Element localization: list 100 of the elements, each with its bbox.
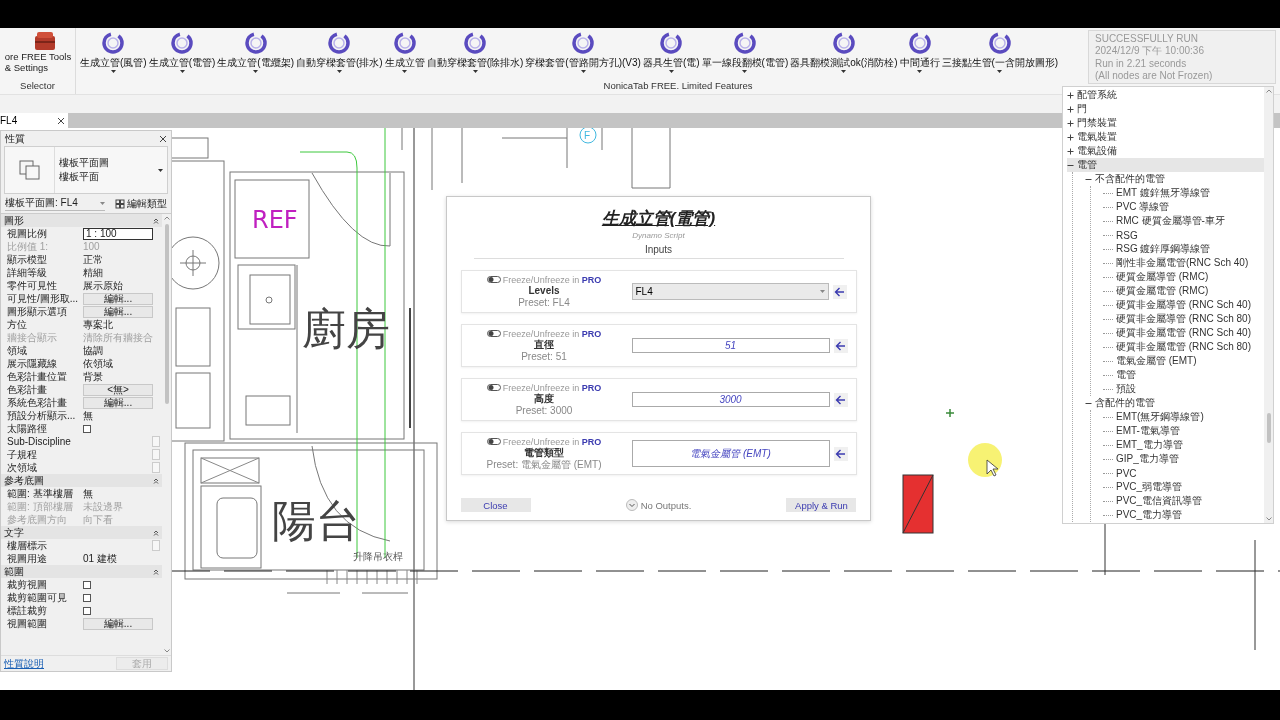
tree-row[interactable]: 電管 (1103, 368, 1264, 382)
view-dropdown[interactable]: 樓板平面圖: FL4 (5, 196, 105, 211)
property-button[interactable]: 編輯... (83, 617, 153, 630)
ribbon-button[interactable]: 三接點生管(一含開放圖形) (941, 31, 1059, 73)
expand-icon[interactable] (1067, 105, 1074, 113)
checkbox[interactable] (83, 606, 91, 615)
freeze-toggle[interactable] (486, 438, 501, 445)
scroll-down-icon[interactable] (1265, 517, 1272, 521)
property-field[interactable] (152, 540, 160, 551)
ribbon-button[interactable]: 生成立管(風管) (80, 31, 147, 73)
ribbon-button[interactable]: 生成立管(電纜架) (217, 31, 294, 73)
tree-row[interactable]: RMC 硬質金屬導管-車牙 (1103, 214, 1264, 228)
section-header[interactable]: 文字 (1, 526, 162, 539)
tree-row[interactable]: 不含配件的電管 (1085, 172, 1264, 186)
type-selector[interactable]: 樓板平面圖 樓板平面 (4, 146, 168, 194)
property-button[interactable]: 編輯... (83, 292, 153, 305)
chevron-down-icon[interactable] (625, 499, 638, 511)
input-field[interactable]: 3000 (631, 392, 830, 407)
close-button[interactable]: Close (460, 498, 531, 512)
collapse-icon[interactable] (153, 218, 159, 224)
expand-icon[interactable] (1067, 133, 1074, 141)
tree-row[interactable]: 門禁裝置 (1067, 116, 1264, 130)
property-button[interactable]: <無> (83, 383, 153, 396)
tree-row[interactable]: EMT 鍍鋅無牙導線管 (1103, 186, 1264, 200)
property-field[interactable] (152, 436, 160, 447)
tree-row[interactable]: 電氣金屬管 (EMT) (1103, 354, 1264, 368)
tree-row[interactable]: PVC 導線管 (1103, 200, 1264, 214)
ribbon-button[interactable]: 穿樑套管(管路開方孔)(V3) (525, 31, 641, 73)
tree-row[interactable]: 硬質金屬電管 (RMC) (1103, 284, 1264, 298)
tree-row[interactable]: 預設 (1103, 382, 1264, 396)
property-button[interactable]: 編輯... (83, 305, 153, 318)
tree-row[interactable]: 硬質非金屬電管 (RNC Sch 40) (1103, 326, 1264, 340)
arrow-left-icon[interactable] (833, 446, 848, 461)
tree-row[interactable]: PVC_電信資訊導管 (1103, 494, 1264, 508)
close-icon[interactable] (57, 116, 65, 125)
section-header[interactable]: 圖形 (1, 214, 162, 227)
tree-row[interactable]: 電氣裝置 (1067, 130, 1264, 144)
expand-icon[interactable] (1067, 119, 1074, 127)
arrow-left-icon[interactable] (833, 338, 848, 353)
scroll-down-icon[interactable] (163, 649, 170, 653)
tree-row[interactable]: 硬質非金屬導管 (RNC Sch 40) (1103, 298, 1264, 312)
view-tab[interactable]: FL4 (0, 113, 68, 128)
arrow-left-icon[interactable] (833, 392, 848, 407)
checkbox[interactable] (83, 593, 91, 602)
input-field[interactable]: 電氣金屬管 (EMT) (631, 440, 830, 467)
property-button[interactable]: 編輯... (83, 396, 153, 409)
tree-row[interactable]: 電氣設備 (1067, 144, 1264, 158)
freeze-toggle[interactable] (486, 330, 501, 337)
ribbon-button[interactable]: 中間通行 (899, 31, 940, 73)
scroll-up-icon[interactable] (163, 216, 170, 220)
section-header[interactable]: 範圍 (1, 565, 162, 578)
property-field[interactable] (152, 462, 160, 473)
close-icon[interactable] (159, 134, 167, 143)
ribbon-button[interactable]: 器具生管(電) (642, 31, 700, 73)
ribbon-button[interactable]: 器具翻模測試ok(消防栓) (790, 31, 898, 73)
tools-settings-button[interactable]: ore FREE Tools & Settings (3, 31, 72, 73)
apply-run-button[interactable]: Apply & Run (786, 498, 857, 512)
tree-row[interactable]: EMT(無牙鋼導線管) (1103, 410, 1264, 424)
input-field[interactable]: 51 (631, 338, 830, 353)
tree-row[interactable]: PVC_弱電導管 (1103, 480, 1264, 494)
selected-element[interactable] (902, 474, 934, 534)
property-input[interactable]: 1 : 100 (83, 227, 153, 240)
help-link[interactable]: 性質說明 (4, 656, 44, 671)
freeze-toggle[interactable] (486, 384, 501, 391)
tree-row[interactable]: 剛性非金屬電管(RNC Sch 40) (1103, 256, 1264, 270)
property-field[interactable] (152, 449, 160, 460)
freeze-toggle[interactable] (486, 276, 501, 283)
ribbon-button[interactable]: 生成立管 (384, 31, 425, 73)
tree-row[interactable]: 含配件的電管 (1085, 396, 1264, 410)
section-header[interactable]: 參考底圖 (1, 474, 162, 487)
tree-row[interactable]: EMT_電力導管 (1103, 438, 1264, 452)
ribbon-button[interactable]: 自動穿樑套管(排水) (296, 31, 383, 73)
tree-row[interactable]: 硬質非金屬導管 (RNC Sch 80) (1103, 312, 1264, 326)
tree-row[interactable]: PVC (1103, 466, 1264, 480)
tree-row[interactable]: 門 (1067, 102, 1264, 116)
scrollbar[interactable] (1264, 87, 1273, 523)
expand-icon[interactable] (1067, 91, 1074, 99)
tree-row[interactable]: GIP_電力導管 (1103, 452, 1264, 466)
ribbon-button[interactable]: 自動穿樑套管(除排水) (426, 31, 524, 73)
tree-row[interactable]: EMT-電氣導管 (1103, 424, 1264, 438)
ribbon-button[interactable]: 單一線段翻模(電管) (701, 31, 789, 73)
level-dropdown[interactable]: FL4 (631, 283, 829, 300)
arrow-left-icon[interactable] (832, 284, 847, 299)
tree-row[interactable]: 電管 (1067, 158, 1264, 172)
tree-row[interactable]: RSG (1103, 228, 1264, 242)
tree-row[interactable]: 硬質金屬導管 (RMC) (1103, 270, 1264, 284)
tree-row[interactable]: 硬質非金屬電管 (RNC Sch 80) (1103, 340, 1264, 354)
tree-row[interactable]: RSG 鍍鋅厚鋼導線管 (1103, 242, 1264, 256)
expand-icon[interactable] (1067, 147, 1074, 155)
tree-row[interactable]: PVC_電力導管 (1103, 508, 1264, 522)
collapse-icon[interactable] (153, 530, 159, 536)
collapse-icon[interactable] (153, 478, 159, 484)
scroll-up-icon[interactable] (1265, 89, 1272, 93)
ribbon-button[interactable]: 生成立管(電管) (148, 31, 216, 73)
checkbox[interactable] (83, 424, 91, 433)
scrollbar[interactable] (162, 214, 171, 655)
collapse-icon[interactable] (153, 569, 159, 575)
edit-type-button[interactable]: 編輯類型 (115, 196, 167, 211)
checkbox[interactable] (83, 580, 91, 589)
tree-row[interactable]: 配管系統 (1067, 88, 1264, 102)
